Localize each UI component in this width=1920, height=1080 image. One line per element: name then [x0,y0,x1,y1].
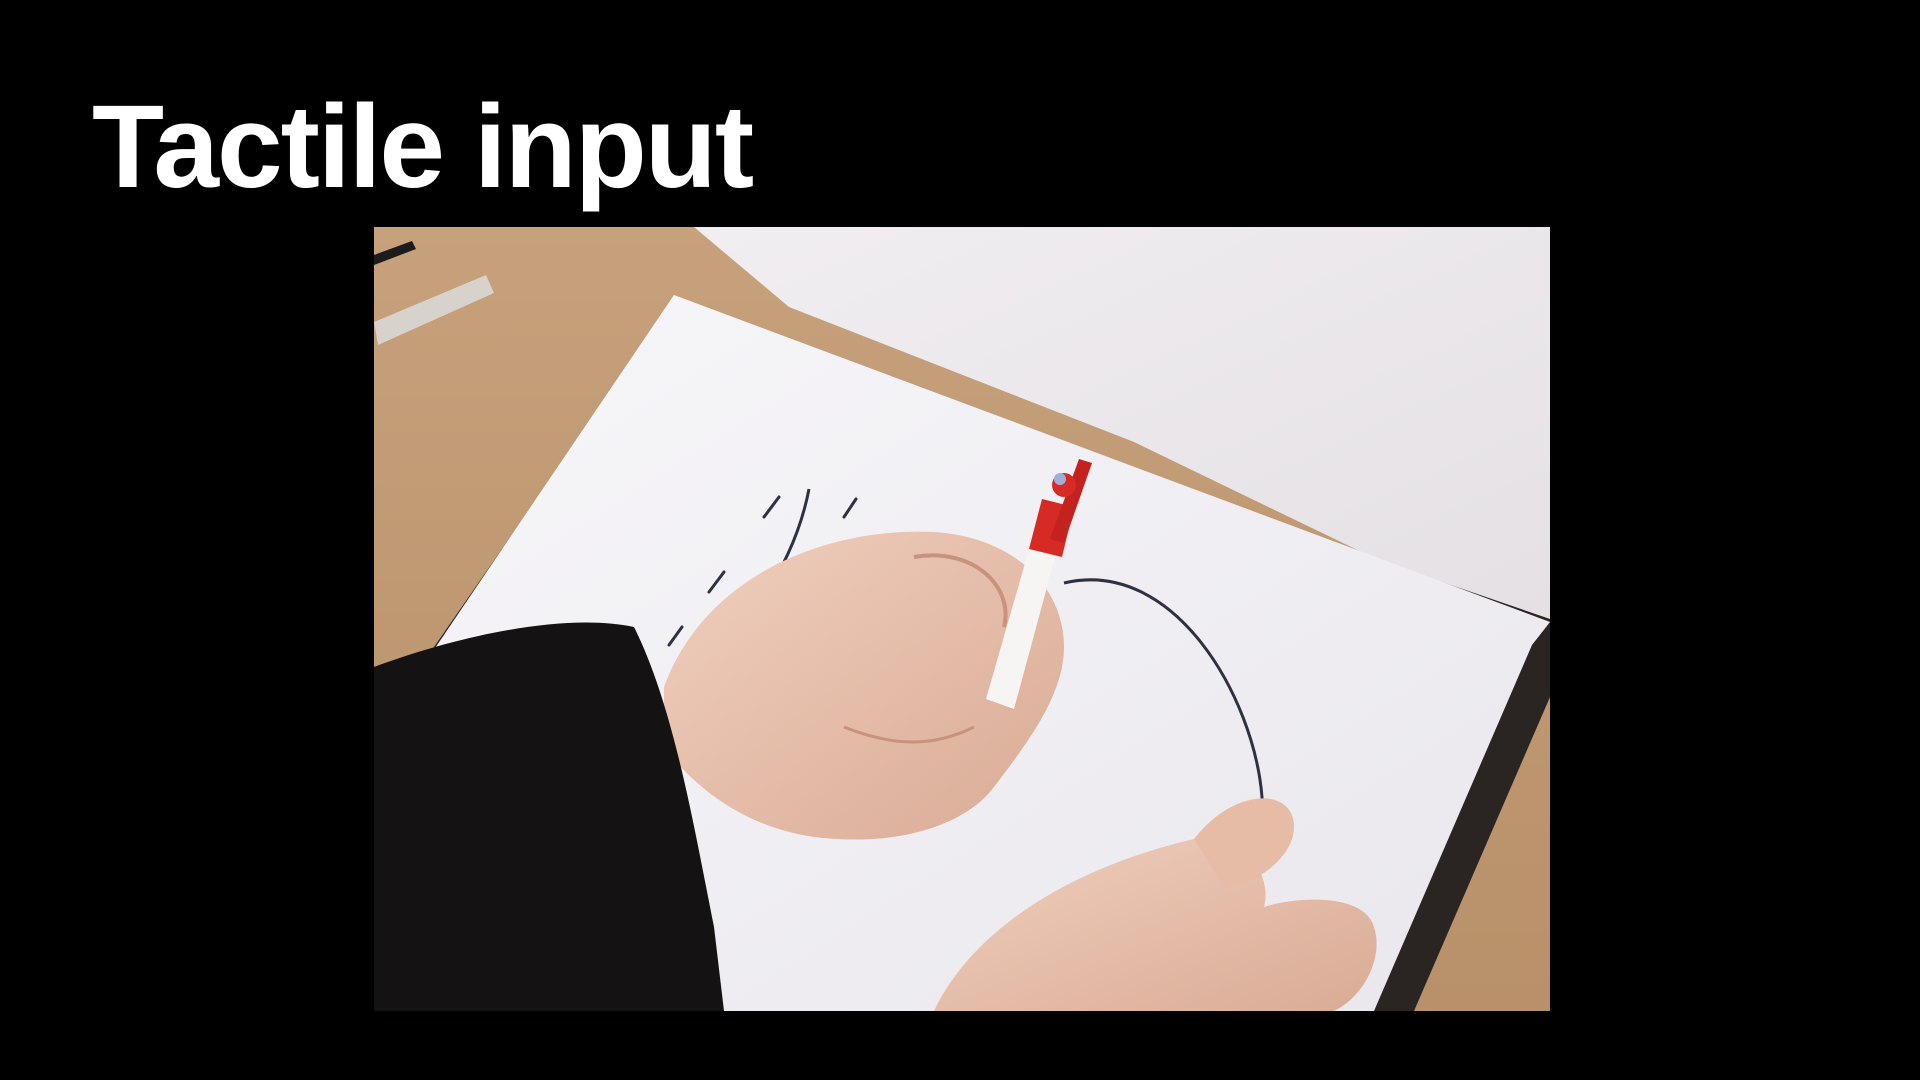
drawing-photo [374,227,1550,1011]
drawing-photo-illustration [374,227,1550,1011]
slide: Tactile input [0,0,1920,1080]
slide-title: Tactile input [92,81,754,213]
